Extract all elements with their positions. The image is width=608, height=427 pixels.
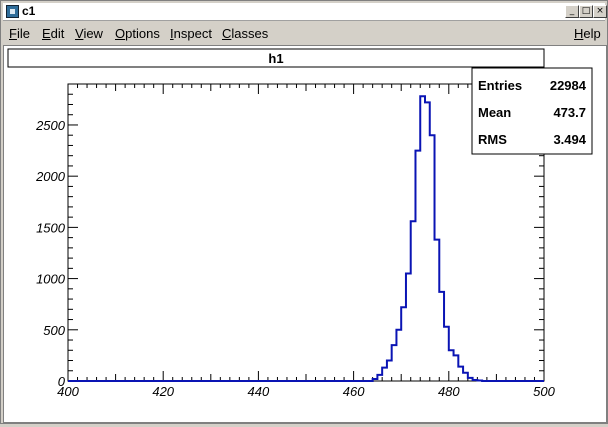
stats-rms-label: RMS [478, 132, 507, 147]
x-tick-label: 420 [152, 384, 174, 399]
menu-options-accel: O [115, 26, 126, 41]
root-canvas-window: c1 _ □ × File Edit View Options Inspect … [0, 0, 608, 424]
menu-file[interactable]: File [9, 26, 30, 41]
menu-classes-label: lasses [231, 26, 269, 41]
chart-title: h1 [268, 51, 283, 66]
menu-view[interactable]: View [75, 26, 103, 41]
menu-inspect[interactable]: Inspect [170, 26, 212, 41]
x-tick-label: 460 [343, 384, 365, 399]
menu-help-label: elp [583, 26, 601, 41]
y-tick-label: 1000 [36, 272, 66, 287]
menu-bar: File Edit View Options Inspect Classes H… [3, 22, 605, 44]
stats-entries-label: Entries [478, 78, 522, 93]
y-tick-label: 0 [58, 374, 66, 389]
menu-options[interactable]: Options [115, 26, 160, 41]
menu-file-label: ile [16, 26, 30, 41]
window-title: c1 [22, 4, 36, 18]
menu-view-label: iew [83, 26, 103, 41]
x-tick-label: 440 [248, 384, 270, 399]
menu-file-accel: F [9, 26, 17, 41]
menu-edit-accel: E [42, 26, 51, 41]
histogram-chart: h1 400 420 440 460 480 500 050010001500200025… [7, 48, 593, 399]
app-icon [6, 5, 19, 18]
y-tick-label: 2500 [35, 118, 66, 133]
stats-box: Entries 22984 Mean 473.7 RMS 3.494 [471, 67, 593, 155]
close-button[interactable]: × [593, 5, 607, 18]
menu-inspect-label: nspect [173, 26, 212, 41]
plot-canvas[interactable]: h1 400 420 440 460 480 500 0 500 1000 1500 2000 25… [3, 45, 607, 423]
x-tick-labels: 400 420 440 460 480 500 [57, 384, 555, 399]
y-tick-labels: 0 500 1000 1500 2000 2500 [35, 118, 66, 389]
title-bar[interactable]: c1 _ □ × [3, 3, 607, 21]
stats-mean-value: 473.7 [553, 105, 586, 120]
stats-rms-value: 3.494 [553, 132, 586, 147]
menu-options-label: ptions [125, 26, 160, 41]
stats-mean-label: Mean [478, 105, 511, 120]
menu-edit[interactable]: Edit [42, 26, 64, 41]
menu-classes-accel: C [222, 26, 232, 41]
maximize-button[interactable]: □ [579, 5, 593, 18]
y-tick-label: 1500 [36, 220, 66, 235]
minimize-button[interactable]: _ [565, 5, 579, 18]
menu-help-accel: H [574, 26, 584, 41]
y-tick-label: 500 [43, 323, 65, 338]
menu-help[interactable]: Help [574, 26, 601, 41]
menu-edit-label: dit [50, 26, 65, 41]
menu-classes[interactable]: Classes [222, 26, 268, 41]
stats-entries-value: 22984 [550, 78, 587, 93]
y-tick-label: 2000 [35, 169, 66, 184]
x-tick-label: 480 [438, 384, 460, 399]
x-tick-label: 500 [533, 384, 555, 399]
